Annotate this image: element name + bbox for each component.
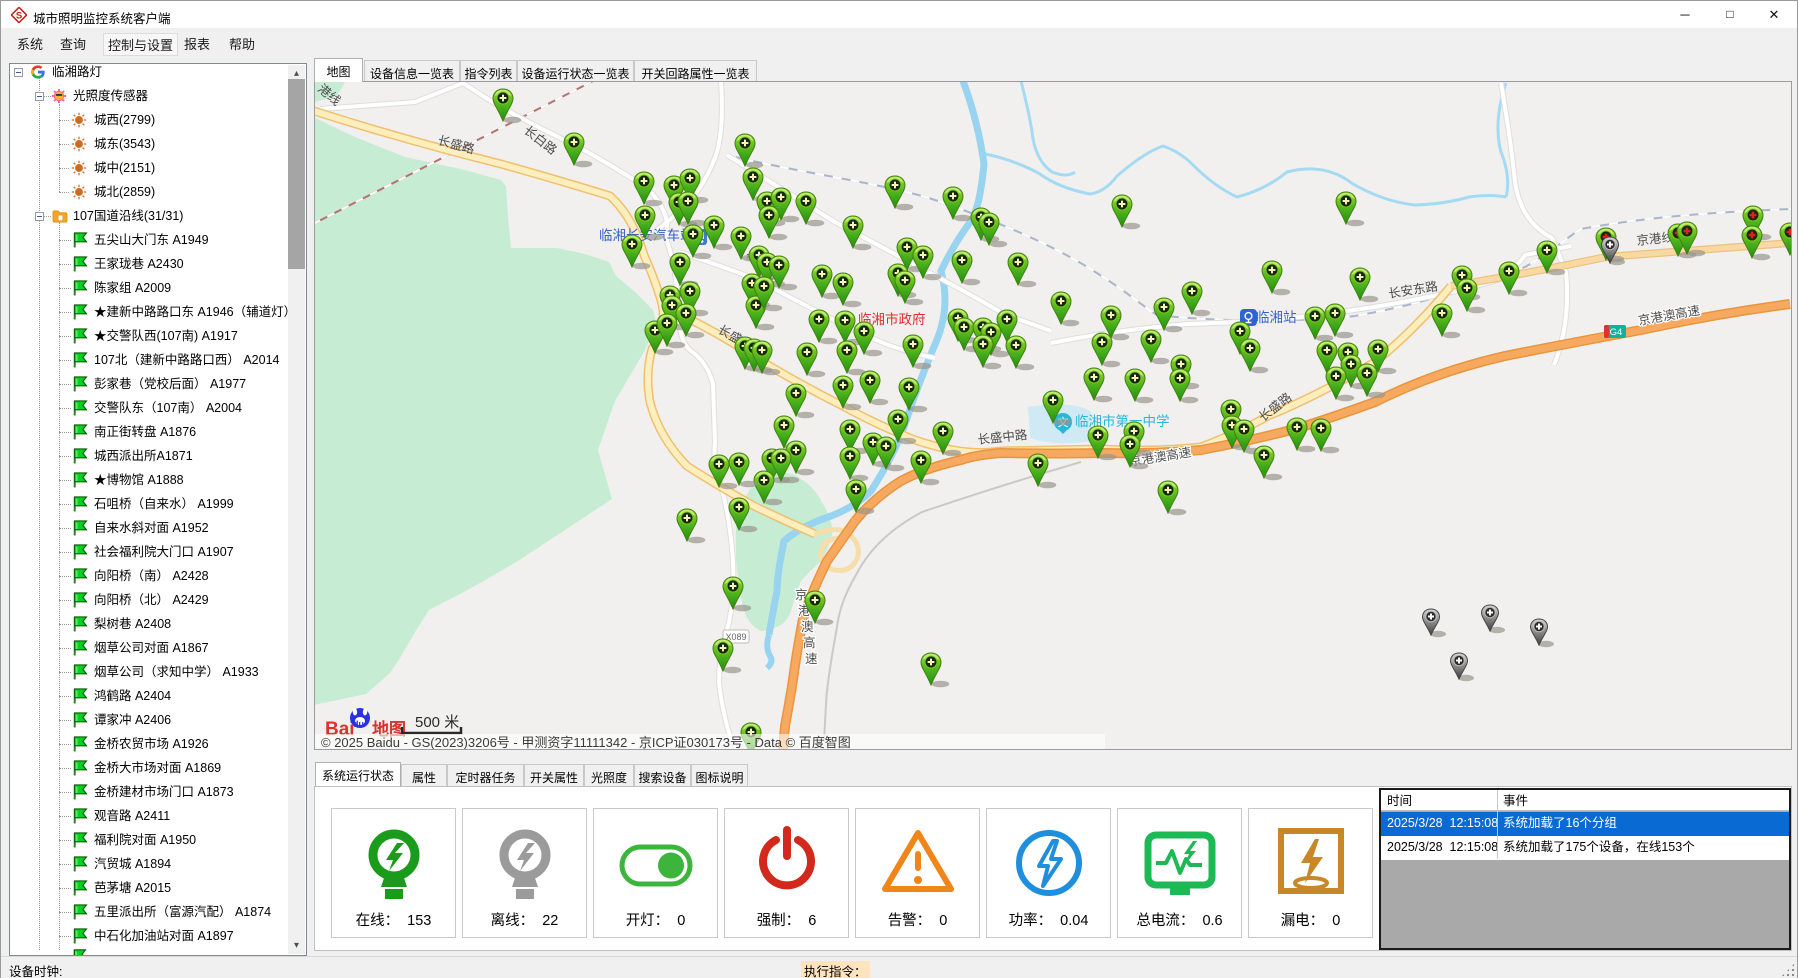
svg-text:500 米: 500 米 <box>415 714 459 731</box>
svg-text:速: 速 <box>805 652 818 666</box>
svg-text:© 2025 Baidu - GS(2023)3206号 -: © 2025 Baidu - GS(2023)3206号 - 甲测资字11111… <box>321 735 851 749</box>
svg-text:G4: G4 <box>1610 327 1623 338</box>
svg-text:临湘站: 临湘站 <box>1256 310 1297 325</box>
svg-text:澳: 澳 <box>801 620 814 634</box>
svg-text:高: 高 <box>803 635 816 650</box>
svg-text:临湘市第一中学: 临湘市第一中学 <box>1075 413 1170 429</box>
svg-text:du: du <box>353 719 364 729</box>
svg-text:S: S <box>16 11 22 22</box>
